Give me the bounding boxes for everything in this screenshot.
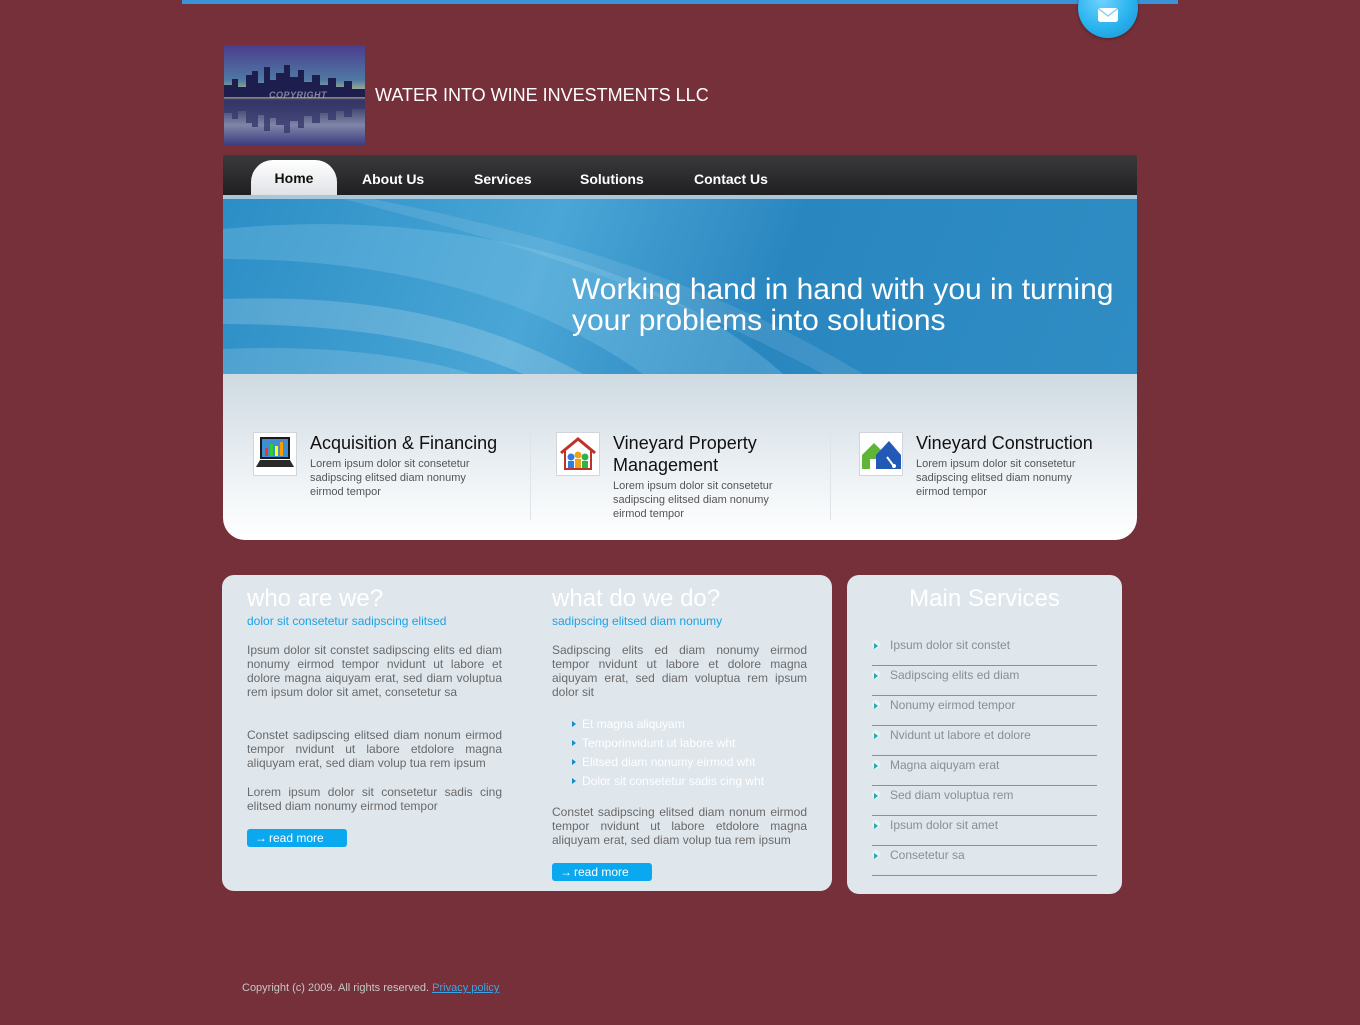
arrow-right-icon: → [560, 865, 572, 879]
service-item[interactable]: Consetetur sa [872, 845, 1097, 876]
bullet-arrow-icon [874, 733, 878, 739]
bullet-label: Elitsed diam nonumy eirmod wht [582, 755, 756, 769]
bullet-arrow-icon [874, 673, 878, 679]
service-label: Sadipscing elits ed diam [890, 668, 1020, 682]
feature-title: Vineyard Construction [916, 433, 1093, 453]
bullet-arrow-icon [572, 721, 576, 727]
what-read-more-button[interactable]: → read more [552, 863, 652, 881]
privacy-policy-link[interactable]: Privacy policy [432, 982, 499, 994]
top-accent-line [182, 0, 1178, 4]
arrow-right-icon: → [255, 831, 267, 845]
nav-about-us[interactable]: About Us [362, 171, 424, 187]
company-logo[interactable]: COPYRIGHT [224, 45, 365, 145]
bullet-arrow-icon [874, 823, 878, 829]
features-strip: Acquisition & Financing Lorem ipsum dolo… [223, 374, 1137, 540]
services-heading: Main Services [909, 585, 1060, 612]
bullet-label: Temporinvidunt ut labore wht [582, 736, 736, 750]
what-paragraph: Constet sadipscing elitsed diam nonum ei… [552, 805, 807, 847]
feature-construction: Vineyard Construction Lorem ipsum dolor … [829, 404, 1129, 520]
mail-button[interactable] [1078, 0, 1138, 38]
nav-contact-us[interactable]: Contact Us [694, 171, 768, 187]
feature-property-management: Vineyard Property Management Lorem ipsum… [526, 404, 826, 520]
service-item[interactable]: Sadipscing elits ed diam [872, 665, 1097, 696]
service-item[interactable]: Ipsum dolor sit amet [872, 815, 1097, 846]
laptop-chart-icon [253, 432, 297, 476]
service-item[interactable]: Nonumy eirmod tempor [872, 695, 1097, 726]
who-subheading: dolor sit consetetur sadipscing elitsed [247, 614, 447, 628]
what-heading: what do we do? [552, 585, 721, 612]
read-more-label: read more [269, 831, 324, 845]
bullet-label: Dolor sit consetetur sadis cing wht [582, 774, 765, 788]
service-label: Sed diam voluptua rem [890, 788, 1014, 802]
footer: Copyright (c) 2009. All rights reserved.… [242, 982, 499, 994]
house-tools-icon [859, 432, 903, 476]
feature-acquisition: Acquisition & Financing Lorem ipsum dolo… [223, 404, 523, 520]
feature-text: Lorem ipsum dolor sit consetetur sadipsc… [916, 458, 1076, 498]
feature-title: Vineyard Property Management [613, 433, 757, 475]
logo-watermark: COPYRIGHT [269, 90, 328, 100]
copyright-text: Copyright (c) 2009. All rights reserved. [242, 982, 430, 994]
nav-solutions[interactable]: Solutions [580, 171, 644, 187]
main-services-panel: Main Services Ipsum dolor sit constet Sa… [847, 575, 1122, 894]
bullet-item[interactable]: Et magna aliquyam [572, 717, 822, 731]
bullet-arrow-icon [874, 703, 878, 709]
service-label: Nvidunt ut labore et dolore [890, 728, 1031, 742]
who-heading: who are we? [247, 585, 384, 612]
bullet-item[interactable]: Elitsed diam nonumy eirmod wht [572, 755, 822, 769]
main-navigation: Home About Us Services Solutions Contact… [223, 155, 1137, 199]
bullet-arrow-icon [572, 778, 576, 784]
feature-title: Acquisition & Financing [310, 433, 498, 453]
hero-banner: Working hand in hand with you in turning… [223, 199, 1137, 374]
service-label: Ipsum dolor sit constet [890, 638, 1011, 652]
bullet-arrow-icon [572, 759, 576, 765]
what-subheading: sadipscing elitsed diam nonumy [552, 614, 723, 628]
bullet-label: Et magna aliquyam [582, 717, 685, 731]
who-paragraph: Constet sadipscing elitsed diam nonum ei… [247, 728, 502, 770]
bullet-arrow-icon [874, 793, 878, 799]
house-people-icon [556, 432, 600, 476]
nav-services[interactable]: Services [474, 171, 532, 187]
bullet-item[interactable]: Temporinvidunt ut labore wht [572, 736, 822, 750]
bullet-arrow-icon [874, 853, 878, 859]
who-paragraph: Lorem ipsum dolor sit consetetur sadis c… [247, 785, 502, 813]
service-item[interactable]: Sed diam voluptua rem [872, 785, 1097, 816]
service-item[interactable]: Nvidunt ut labore et dolore [872, 725, 1097, 756]
service-label: Nonumy eirmod tempor [890, 698, 1016, 712]
read-more-label: read more [574, 865, 629, 879]
who-paragraph: Ipsum dolor sit constet sadipscing elits… [247, 643, 502, 699]
feature-text: Lorem ipsum dolor sit consetetur sadipsc… [310, 458, 470, 498]
info-panel: who are we? dolor sit consetetur sadipsc… [222, 575, 832, 891]
who-read-more-button[interactable]: → read more [247, 829, 347, 847]
service-label: Ipsum dolor sit amet [890, 818, 999, 832]
bullet-arrow-icon [874, 763, 878, 769]
service-label: Magna aiquyam erat [890, 758, 1000, 772]
service-label: Consetetur sa [890, 848, 965, 862]
bullet-arrow-icon [874, 643, 878, 649]
bullet-item[interactable]: Dolor sit consetetur sadis cing wht [572, 774, 822, 788]
what-paragraph: Sadipscing elits ed diam nonumy eirmod t… [552, 643, 807, 699]
envelope-icon [1098, 8, 1118, 22]
banner-headline: Working hand in hand with you in turning… [572, 273, 1114, 337]
service-item[interactable]: Magna aiquyam erat [872, 755, 1097, 786]
feature-text: Lorem ipsum dolor sit consetetur sadipsc… [613, 480, 773, 520]
service-item[interactable]: Ipsum dolor sit constet [872, 635, 1097, 666]
company-name: WATER INTO WINE INVESTMENTS LLC [375, 85, 709, 105]
nav-home[interactable]: Home [251, 160, 337, 199]
bullet-arrow-icon [572, 740, 576, 746]
